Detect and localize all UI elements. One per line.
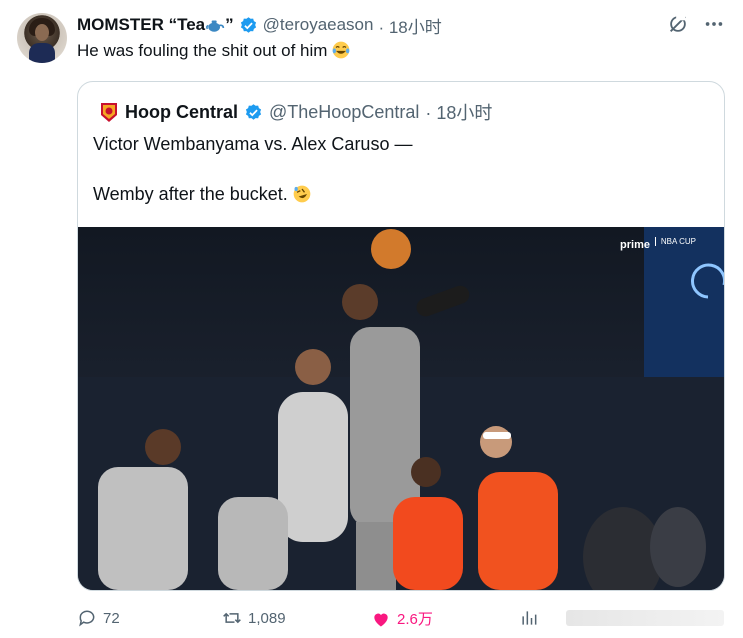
okc-player-8 (393, 497, 463, 590)
display-name[interactable]: MOMSTER “Tea ” (77, 15, 234, 35)
wembanyama-arm-sleeve (416, 285, 470, 317)
okc-player-8-head (411, 457, 441, 487)
blurred-action-bar (566, 610, 724, 626)
tweet-top-actions (667, 13, 725, 35)
basketball-icon (371, 229, 411, 269)
video-player[interactable]: prime NBA CUP (78, 227, 724, 590)
quoted-verified-badge-icon (245, 103, 262, 120)
handle[interactable]: @teroyaeason (263, 15, 374, 35)
retweet-button[interactable]: 1,089 (222, 608, 286, 628)
quoted-timestamp[interactable]: · 18小时 (425, 99, 492, 125)
analytics-button[interactable] (519, 608, 539, 628)
caruso-head (480, 426, 512, 458)
quoted-header: Hoop Central @TheHoopCentral · 18小时 (99, 101, 492, 123)
spectator-shape-2 (650, 507, 706, 587)
wembanyama-legs (356, 522, 396, 590)
quoted-text-line2: Wemby after the bucket. (93, 184, 312, 205)
display-name-text: MOMSTER “Tea (77, 15, 206, 34)
reply-count: 72 (103, 609, 120, 627)
quoted-text-line2-content: Wemby after the bucket. (93, 184, 288, 204)
hoop-central-logo-icon (101, 103, 117, 122)
like-count: 2.6万 (397, 611, 433, 628)
spurs-player-34 (218, 497, 288, 590)
retweet-icon (223, 612, 241, 624)
analytics-icon (522, 611, 537, 625)
okc-player-caruso (478, 472, 558, 590)
display-name-suffix: ” (225, 15, 234, 34)
tweet-actions: 72 1,089 2.6万 (77, 608, 724, 630)
more-options-icon[interactable] (703, 13, 725, 35)
timestamp[interactable]: · 18小时 (378, 13, 441, 38)
caruso-headband (483, 432, 511, 439)
heart-icon (374, 613, 388, 626)
spurs-player-30 (98, 467, 188, 590)
avatar-face (35, 24, 49, 41)
quoted-handle[interactable]: @TheHoopCentral (269, 102, 419, 123)
bench-player-gray-shirt (278, 392, 348, 542)
reply-button[interactable]: 72 (77, 608, 120, 628)
tweet-header: MOMSTER “Tea ” @teroyaeason · 18小时 (77, 13, 442, 37)
tears-of-joy-emoji-icon (333, 41, 350, 59)
bench-player-head (295, 349, 331, 385)
quoted-display-name[interactable]: Hoop Central (125, 102, 238, 123)
wembanyama-head (342, 284, 378, 320)
avatar[interactable] (17, 13, 67, 63)
teapot-icon (206, 20, 225, 32)
wembanyama-jersey (350, 327, 420, 527)
reply-icon (79, 610, 95, 627)
tweet-text: He was fouling the shit out of him (77, 40, 351, 61)
quoted-tweet[interactable]: Hoop Central @TheHoopCentral · 18小时 Vict… (77, 81, 725, 591)
video-frame (78, 227, 724, 590)
quoted-text-line1: Victor Wembanyama vs. Alex Caruso — (93, 134, 413, 154)
verified-badge-icon (240, 16, 256, 33)
arena-screen (644, 227, 724, 377)
like-button[interactable]: 2.6万 (371, 608, 433, 629)
avatar-shirt (29, 43, 55, 63)
retweet-count: 1,089 (248, 609, 286, 627)
prime-logo: prime (620, 239, 650, 251)
nba-cup-logo: NBA CUP (654, 237, 696, 246)
rolling-laughing-emoji-icon (293, 185, 311, 203)
spurs-player-30-head (145, 429, 181, 465)
grok-icon[interactable] (667, 13, 689, 35)
tweet-text-content: He was fouling the shit out of him (77, 41, 328, 60)
